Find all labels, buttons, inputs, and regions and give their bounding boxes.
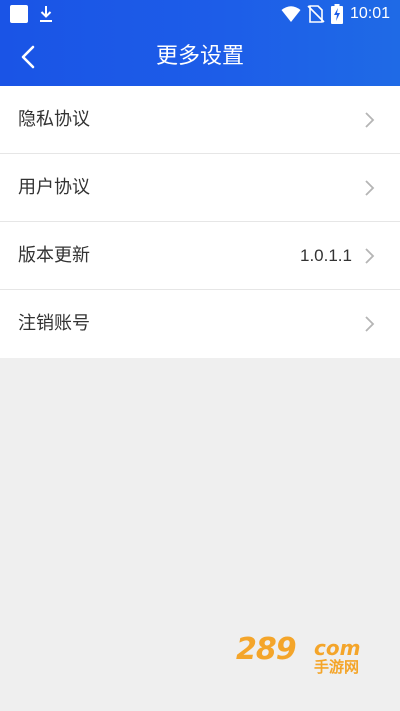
chevron-right-icon bbox=[365, 248, 375, 264]
settings-item-delete-account[interactable]: 注销账号 bbox=[0, 290, 400, 358]
settings-item-label: 注销账号 bbox=[18, 313, 90, 334]
settings-item-label: 用户协议 bbox=[18, 177, 90, 198]
notification-app-icon bbox=[10, 5, 28, 23]
settings-item-privacy-policy[interactable]: 隐私协议 bbox=[0, 86, 400, 154]
nav-bar: 更多设置 bbox=[0, 28, 400, 86]
version-number: 1.0.1.1 bbox=[300, 246, 352, 265]
settings-item-label: 版本更新 bbox=[18, 245, 90, 266]
no-sim-icon bbox=[307, 5, 325, 23]
site-watermark: 289 com 手游网 bbox=[236, 632, 382, 678]
status-time: 10:01 bbox=[350, 5, 391, 22]
page-title: 更多设置 bbox=[155, 44, 244, 69]
settings-item-version-update[interactable]: 版本更新 1.0.1.1 bbox=[0, 222, 400, 290]
settings-item-label: 隐私协议 bbox=[18, 109, 90, 130]
battery-charging-icon bbox=[331, 4, 343, 24]
status-bar: 10:01 bbox=[0, 0, 400, 28]
chevron-right-icon bbox=[365, 180, 375, 196]
watermark-number: 289 bbox=[236, 632, 297, 667]
download-icon bbox=[40, 6, 52, 22]
app-header: 10:01 更多设置 bbox=[0, 0, 400, 86]
chevron-right-icon bbox=[365, 112, 375, 128]
wifi-icon bbox=[281, 6, 301, 22]
settings-item-user-agreement[interactable]: 用户协议 bbox=[0, 154, 400, 222]
chevron-right-icon bbox=[365, 316, 375, 332]
chevron-left-icon[interactable] bbox=[14, 42, 44, 72]
settings-list: 隐私协议 用户协议 版本更新 1.0.1.1 注销账号 bbox=[0, 86, 400, 358]
watermark-text: 手游网 bbox=[314, 658, 360, 676]
